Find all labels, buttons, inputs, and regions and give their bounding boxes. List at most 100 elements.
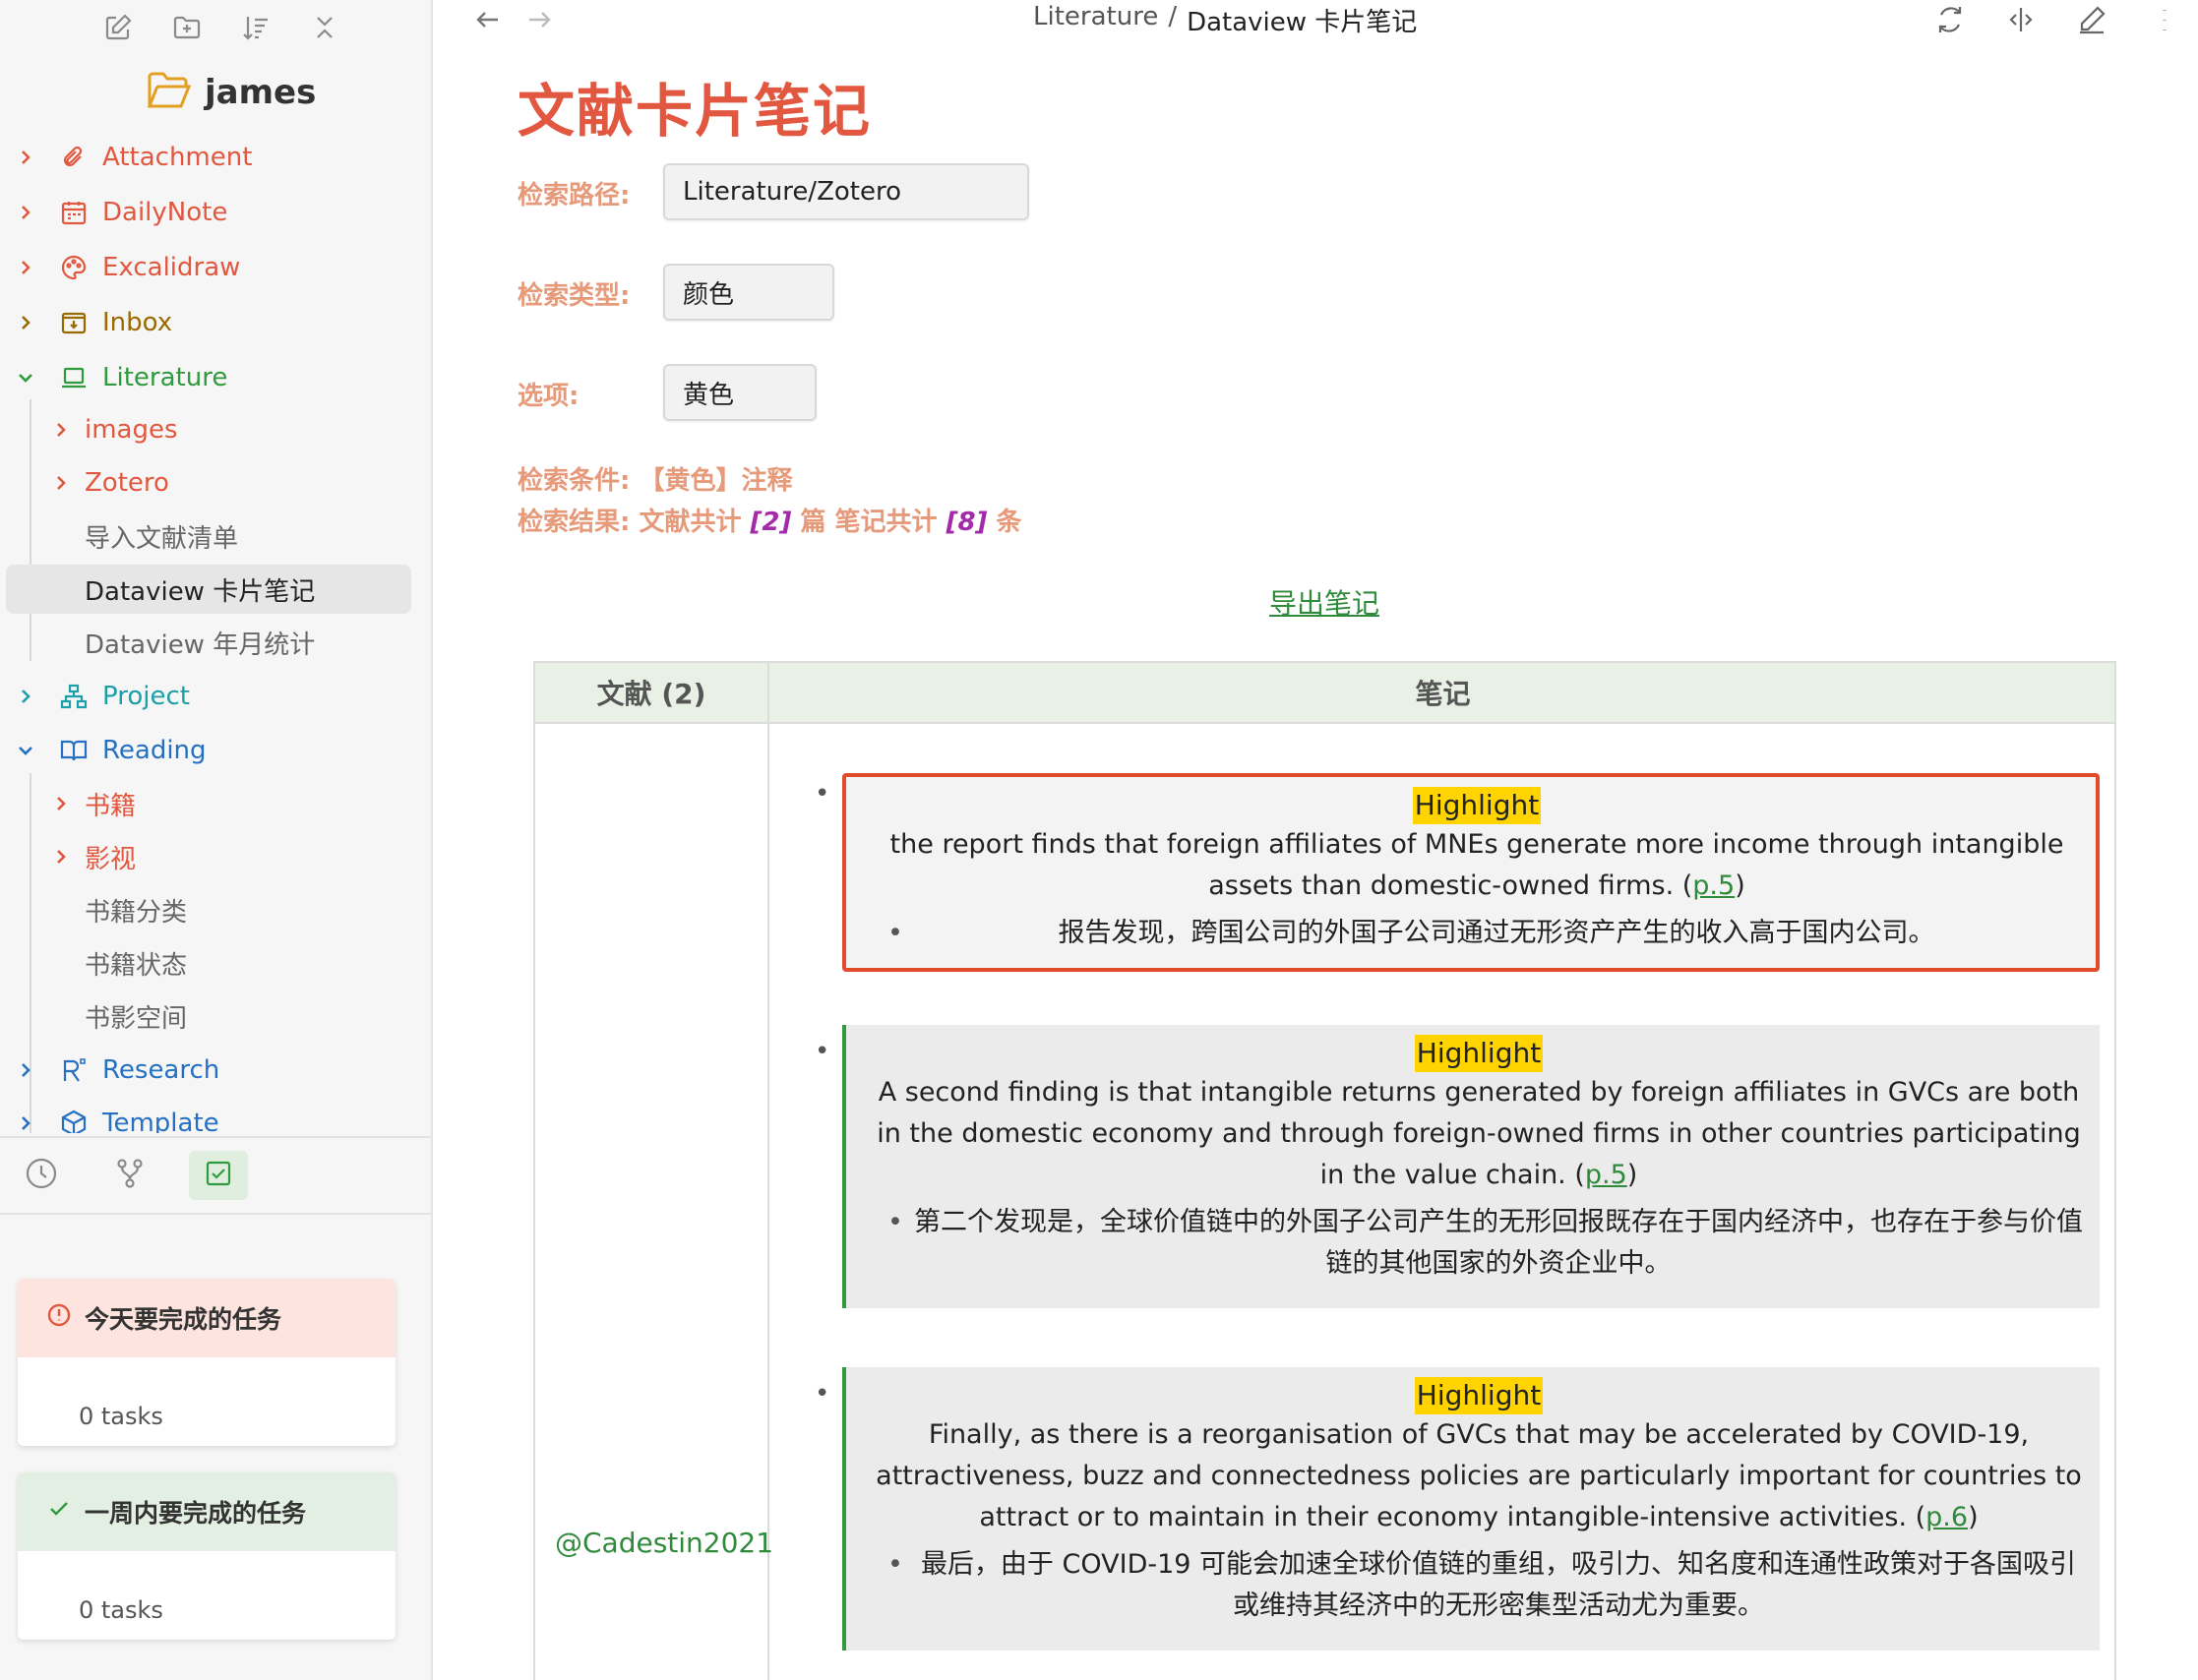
page-link[interactable]: p.5 [1692, 870, 1735, 901]
chevron-right-icon [16, 1060, 35, 1080]
new-folder-icon[interactable] [167, 8, 207, 47]
chevron-down-icon [16, 741, 35, 760]
sitemap-icon [59, 682, 89, 711]
tab-tasks[interactable] [189, 1151, 248, 1200]
collapse-all-icon[interactable] [305, 8, 344, 47]
folder-label: images [85, 415, 178, 445]
result-doc-count: [2] [750, 508, 792, 537]
research-icon [59, 1055, 89, 1085]
breadcrumb-parent[interactable]: Literature [1033, 2, 1158, 38]
notes-table: 文献 (2) 笔记 @Cadestin2021 • Highlight the … [533, 661, 2116, 1680]
file-dataview-card-notes[interactable]: Dataview 卡片笔记 [6, 565, 411, 614]
folder-reading[interactable]: Reading [0, 726, 413, 775]
chevron-right-icon [16, 203, 35, 222]
folder-dailynote[interactable]: DailyNote [0, 188, 413, 237]
option-select[interactable]: 黄色 [663, 364, 817, 421]
folder-template[interactable]: Template [0, 1099, 413, 1133]
more-options-button[interactable] [2145, 2, 2184, 41]
folder-books[interactable]: 书籍 [0, 779, 413, 828]
new-note-icon[interactable] [98, 8, 138, 47]
breadcrumb: Literature / Dataview 卡片笔记 [1033, 2, 1417, 38]
folder-label: Inbox [102, 308, 173, 337]
file-tree: Attachment DailyNote Excalidraw Inbox Li… [0, 130, 431, 1133]
back-button[interactable] [468, 2, 508, 41]
page-link[interactable]: p.6 [1925, 1502, 1968, 1532]
note-translation: 报告发现，跨国公司的外国子公司通过无形资产产生的收入高于国内公司。 [870, 913, 2084, 954]
folder-inbox[interactable]: Inbox [0, 298, 413, 347]
arrow-right-icon [524, 5, 554, 38]
page-link[interactable]: p.5 [1585, 1160, 1627, 1190]
refresh-button[interactable] [1930, 2, 1970, 41]
forward-button[interactable] [519, 2, 559, 41]
git-branch-icon [113, 1157, 147, 1194]
file-explorer-sidebar: james Attachment DailyNote Excalidraw In… [0, 0, 433, 1680]
folder-literature[interactable]: Literature [0, 353, 413, 402]
note-card[interactable]: Highlight A second finding is that intan… [842, 1025, 2100, 1308]
result-suffix: 条 [996, 508, 1022, 537]
chevron-right-icon [16, 1113, 35, 1133]
type-label: 检索类型: [518, 281, 631, 311]
note-text: A second finding is that intangible retu… [870, 1072, 2088, 1196]
task-card-week[interactable]: 一周内要完成的任务 0 tasks [18, 1472, 396, 1640]
folder-zotero[interactable]: Zotero [0, 458, 413, 508]
vault-header[interactable]: james [146, 69, 316, 116]
note-card[interactable]: Highlight Finally, as there is a reorgan… [842, 1367, 2100, 1650]
pencil-icon [2076, 4, 2107, 39]
export-notes-link[interactable]: 导出笔记 [1269, 582, 1379, 622]
split-view-button[interactable] [2001, 2, 2041, 41]
file-label: Dataview 年月统计 [85, 630, 316, 660]
folder-label: Excalidraw [102, 253, 241, 282]
citation-link[interactable]: @Cadestin2021 [555, 1527, 773, 1559]
file-label: 书籍分类 [85, 897, 188, 928]
cube-icon [59, 1109, 89, 1133]
folder-attachment[interactable]: Attachment [0, 133, 413, 182]
tab-graph[interactable] [100, 1151, 159, 1200]
file-dataview-stats[interactable]: Dataview 年月统计 [0, 618, 413, 667]
folder-films[interactable]: 影视 [0, 832, 413, 881]
file-label: Dataview 卡片笔记 [85, 576, 316, 607]
condition-line: 检索条件: 【黄色】注释 [518, 460, 792, 497]
folder-excalidraw[interactable]: Excalidraw [0, 243, 413, 292]
folder-label: Project [102, 682, 190, 711]
type-select[interactable]: 颜色 [663, 264, 834, 321]
chevron-right-icon [16, 148, 35, 167]
folder-label: Zotero [85, 468, 169, 498]
edit-mode-button[interactable] [2072, 2, 2111, 41]
file-book-status[interactable]: 书籍状态 [0, 938, 413, 988]
arrow-left-icon [473, 5, 503, 38]
note-text: Finally, as there is a reorganisation of… [870, 1414, 2088, 1538]
condition-value: 【黄色】注释 [639, 466, 793, 496]
result-note-count: [8] [946, 508, 988, 537]
sort-icon[interactable] [236, 8, 275, 47]
folder-images[interactable]: images [0, 405, 413, 454]
check-icon [47, 1497, 71, 1527]
folder-label: Literature [102, 363, 228, 392]
checkbox-icon [202, 1157, 235, 1194]
column-header-notes[interactable]: 笔记 [769, 663, 2116, 722]
more-vertical-icon [2149, 4, 2180, 39]
chevron-right-icon [16, 258, 35, 277]
note-card[interactable]: Highlight the report finds that foreign … [842, 773, 2100, 972]
note-text: the report finds that foreign affiliates… [870, 824, 2084, 907]
breadcrumb-current[interactable]: Dataview 卡片笔记 [1187, 2, 1417, 38]
file-import-list[interactable]: 导入文献清单 [0, 511, 413, 561]
file-book-categories[interactable]: 书籍分类 [0, 885, 413, 934]
result-mid: 篇 笔记共计 [800, 508, 938, 537]
breadcrumb-separator: / [1168, 2, 1178, 31]
task-card-title: 今天要完成的任务 [85, 1305, 282, 1334]
folder-label: 影视 [85, 844, 137, 874]
file-label: 导入文献清单 [85, 523, 239, 554]
folder-label: DailyNote [102, 198, 228, 227]
path-input[interactable]: Literature/Zotero [663, 163, 1029, 220]
folder-research[interactable]: Research [0, 1046, 413, 1095]
folder-project[interactable]: Project [0, 672, 413, 721]
folder-open-icon [146, 69, 193, 116]
file-book-space[interactable]: 书影空间 [0, 991, 413, 1041]
tab-recent[interactable] [12, 1151, 71, 1200]
column-header-docs[interactable]: 文献 (2) [535, 663, 767, 722]
inbox-icon [59, 308, 89, 337]
task-card-today[interactable]: 今天要完成的任务 0 tasks [18, 1279, 396, 1446]
result-line: 检索结果: 文献共计 [2] 篇 笔记共计 [8] 条 [518, 502, 1022, 538]
calendar-icon [59, 198, 89, 227]
list-bullet: • [815, 779, 830, 809]
